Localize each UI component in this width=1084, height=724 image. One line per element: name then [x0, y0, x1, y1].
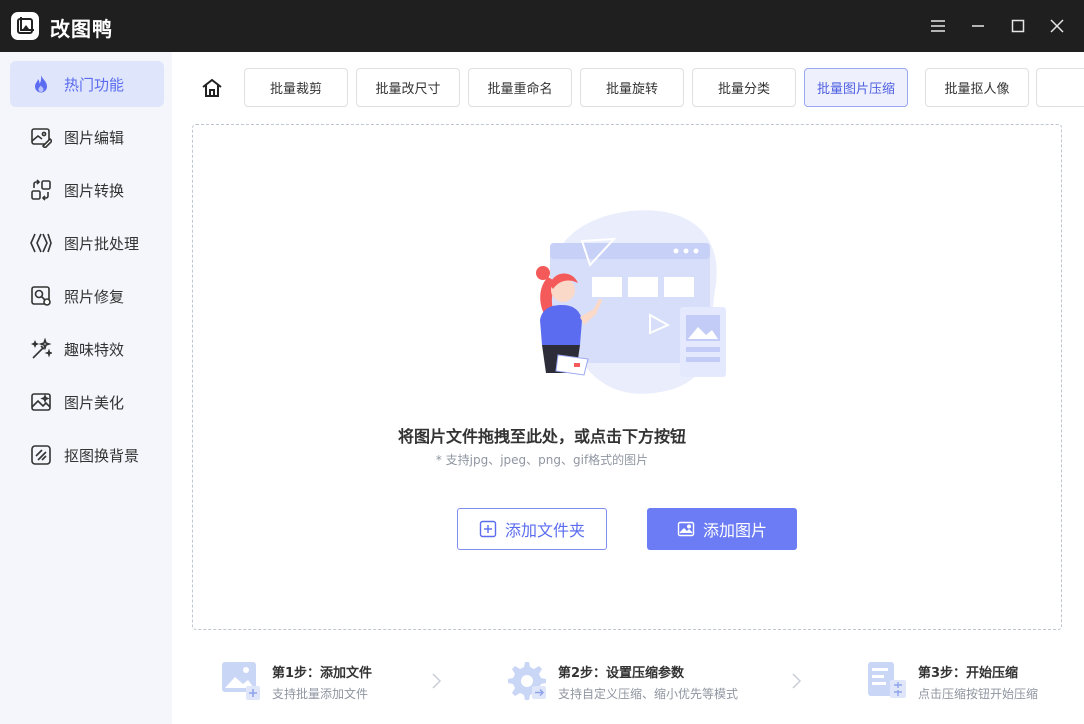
add-folder-icon: [479, 520, 497, 538]
sidebar-item-label: 热门功能: [64, 76, 125, 94]
flame-icon: [30, 73, 52, 95]
chevron-right-icon: [789, 672, 803, 690]
tab-overflow[interactable]: [1036, 68, 1084, 107]
sidebar-item-label: 趣味特效: [64, 341, 125, 359]
photo-repair-icon: [30, 285, 52, 307]
tab-batch-resize[interactable]: 批量改尺寸: [356, 68, 460, 107]
sidebar-item-photo-repair[interactable]: 照片修复: [10, 273, 164, 319]
beautify-icon: [30, 391, 52, 413]
minimize-icon[interactable]: [964, 12, 992, 40]
sidebar-item-label: 图片转换: [64, 182, 125, 200]
sidebar-item-image-convert[interactable]: 图片转换: [10, 167, 164, 213]
title-bar: 改图鸭: [0, 0, 1084, 52]
step-1-desc: 支持批量添加文件: [272, 687, 369, 701]
tab-batch-compress[interactable]: 批量图片压缩: [804, 68, 908, 107]
sidebar-item-label: 图片美化: [64, 394, 125, 412]
image-edit-icon: [30, 126, 54, 150]
step-1-title: 第1步：添加文件: [272, 666, 373, 681]
tab-batch-portrait-cutout[interactable]: 批量抠人像: [925, 68, 1029, 107]
step-2-desc: 支持自定义压缩、缩小优先等模式: [558, 687, 739, 701]
convert-icon: [30, 179, 52, 201]
magic-wand-icon: [30, 337, 54, 360]
add-folder-button[interactable]: 添加文件夹: [457, 508, 607, 550]
tab-batch-rotate[interactable]: 批量旋转: [580, 68, 684, 107]
add-image-button[interactable]: 添加图片: [647, 508, 797, 550]
maximize-icon[interactable]: [1004, 12, 1032, 40]
compress-document-icon: [866, 660, 908, 700]
add-file-step-icon: [220, 660, 262, 700]
sidebar-item-image-edit[interactable]: 图片编辑: [10, 114, 164, 160]
home-icon[interactable]: [198, 74, 226, 102]
tab-batch-crop[interactable]: 批量裁剪: [244, 68, 348, 107]
sidebar: 热门功能 图片编辑 图片转换 图片批处理 照片修复 趣味特效 图片美化 抠图换背…: [0, 52, 172, 724]
step-2-title: 第2步：设置压缩参数: [558, 666, 685, 681]
settings-gear-icon: [506, 660, 548, 700]
app-logo-icon: [11, 12, 39, 40]
tab-batch-classify[interactable]: 批量分类: [692, 68, 796, 107]
image-icon: [677, 520, 695, 538]
drop-zone-title: 将图片文件拖拽至此处，或点击下方按钮: [397, 427, 686, 446]
sidebar-item-hot-features[interactable]: 热门功能: [10, 61, 164, 107]
sidebar-item-beautify[interactable]: 图片美化: [10, 379, 164, 425]
upload-illustration: [536, 210, 726, 394]
sidebar-item-fun-effects[interactable]: 趣味特效: [10, 326, 164, 372]
sidebar-item-label: 照片修复: [64, 288, 125, 306]
menu-icon[interactable]: [924, 12, 952, 40]
app-title: 改图鸭: [50, 17, 113, 41]
sidebar-item-batch-process[interactable]: 图片批处理: [10, 220, 164, 266]
add-folder-label: 添加文件夹: [504, 521, 585, 540]
close-icon[interactable]: [1043, 12, 1071, 40]
sidebar-item-label: 图片批处理: [64, 235, 140, 253]
tab-batch-rename[interactable]: 批量重命名: [468, 68, 572, 107]
step-3-title: 第3步：开始压缩: [918, 666, 1019, 681]
drop-zone-subtitle: * 支持jpg、jpeg、png、gif格式的图片: [435, 453, 649, 467]
sidebar-item-label: 图片编辑: [64, 129, 125, 147]
add-image-label: 添加图片: [702, 521, 767, 540]
chevron-right-icon: [429, 672, 443, 690]
step-3-desc: 点击压缩按钮开始压缩: [918, 687, 1039, 701]
batch-icon: [30, 232, 52, 254]
